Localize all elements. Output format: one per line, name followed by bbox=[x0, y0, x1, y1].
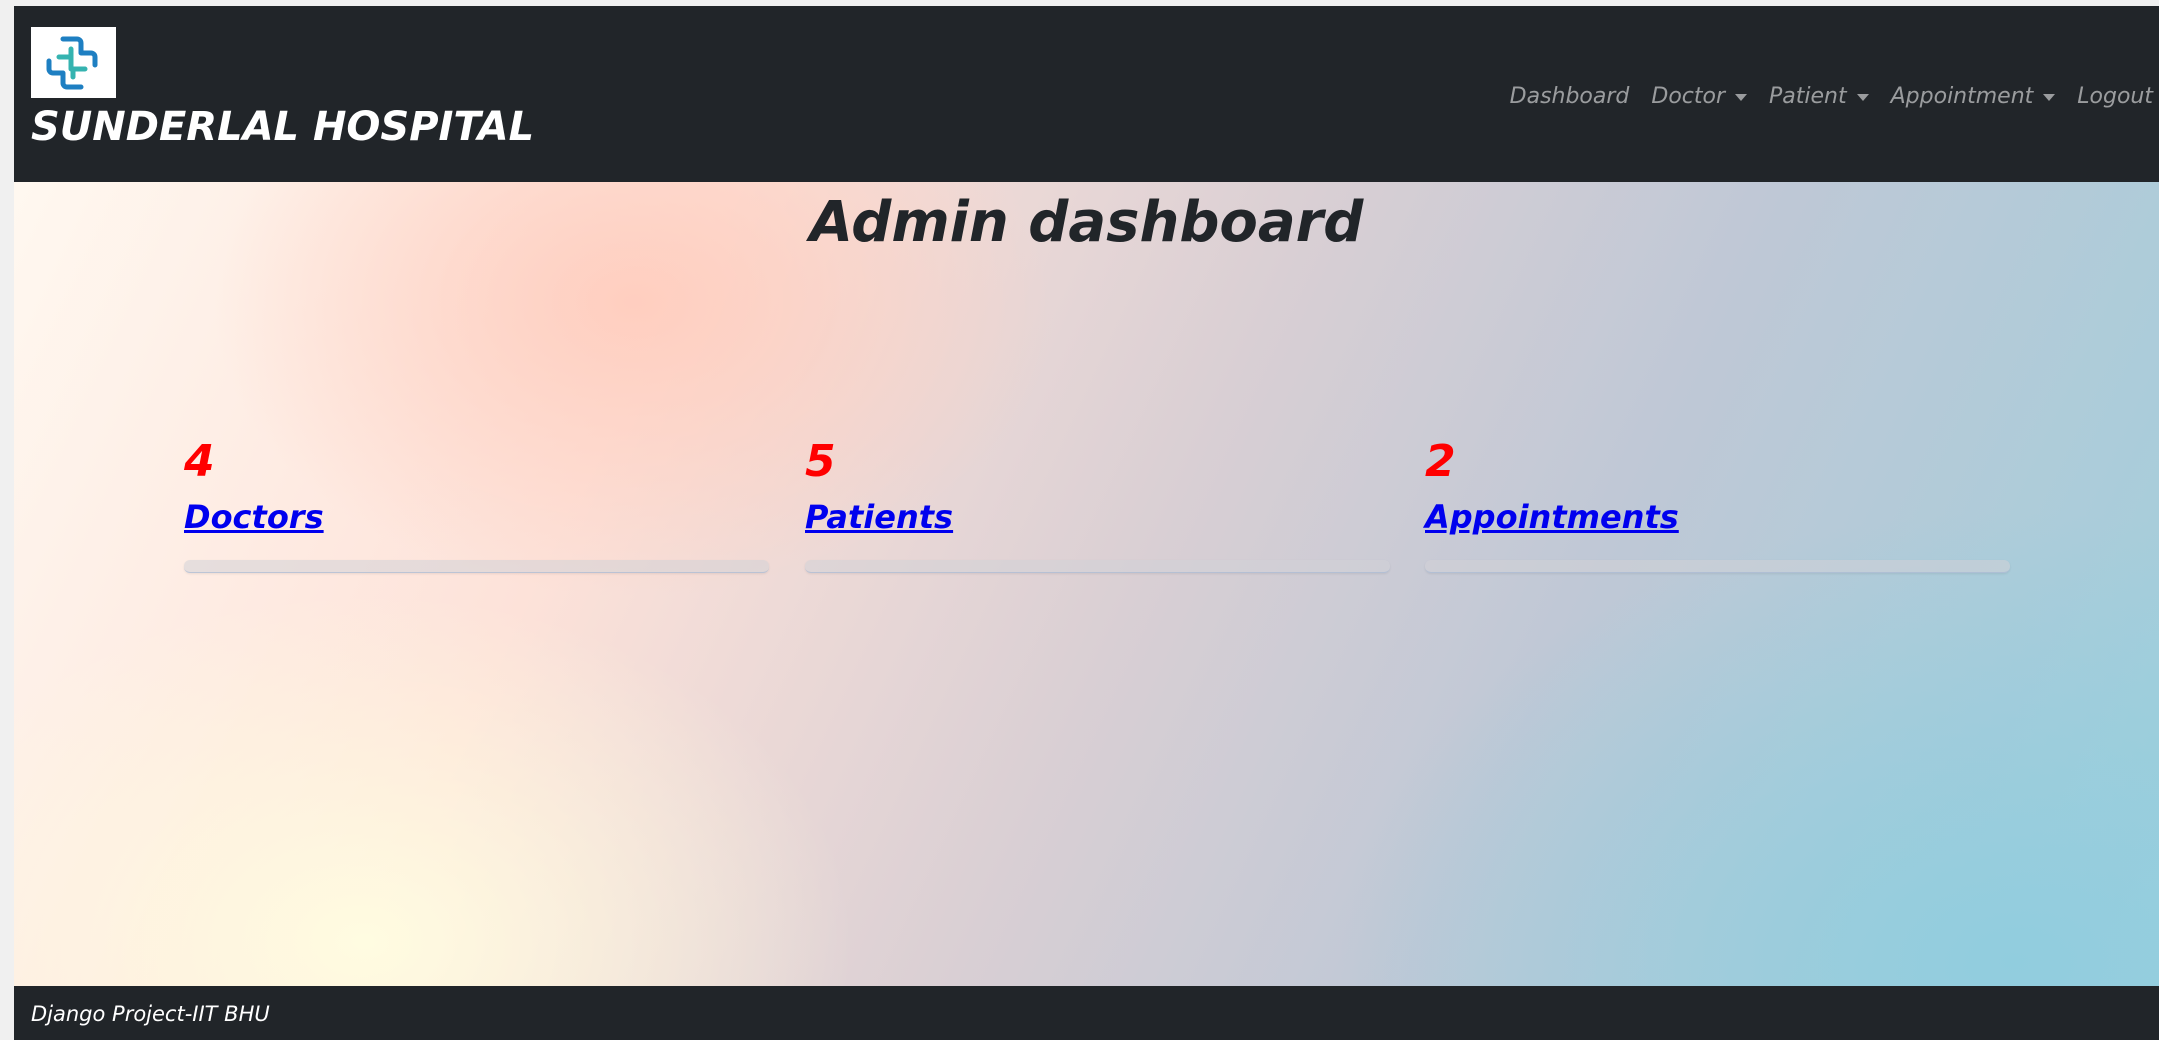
doctors-count: 4 bbox=[184, 436, 215, 487]
patients-link[interactable]: Patients bbox=[805, 498, 953, 536]
medical-cross-icon bbox=[46, 36, 98, 90]
stat-card-appointments: 2 Appointments bbox=[1425, 436, 2010, 598]
doctors-divider bbox=[184, 560, 769, 573]
top-navbar: SUNDERLAL HOSPITAL Dashboard Doctor Pati… bbox=[14, 6, 2159, 182]
nav-logout[interactable]: Logout bbox=[2066, 84, 2159, 109]
footer-text: Django Project-IIT BHU bbox=[31, 1002, 270, 1026]
brand-name[interactable]: SUNDERLAL HOSPITAL bbox=[31, 104, 534, 150]
appointments-count: 2 bbox=[1425, 436, 1456, 487]
page-title: Admin dashboard bbox=[809, 190, 1364, 255]
nav-appointment-label: Appointment bbox=[1890, 84, 2034, 109]
nav-dashboard-label: Dashboard bbox=[1509, 84, 1630, 109]
nav-patient-dropdown[interactable]: Patient bbox=[1758, 84, 1880, 109]
page-footer: Django Project-IIT BHU bbox=[14, 986, 2159, 1040]
browser-viewport: SUNDERLAL HOSPITAL Dashboard Doctor Pati… bbox=[14, 6, 2159, 1040]
patients-count: 5 bbox=[805, 436, 836, 487]
appointments-link[interactable]: Appointments bbox=[1425, 498, 1679, 536]
nav-doctor-label: Doctor bbox=[1651, 84, 1726, 109]
dashboard-main: Admin dashboard 4 Doctors 5 Patients 2 A… bbox=[14, 182, 2159, 986]
nav-dashboard[interactable]: Dashboard bbox=[1499, 84, 1641, 109]
appointments-divider bbox=[1425, 560, 2010, 573]
caret-down-icon bbox=[1856, 94, 1869, 101]
stat-card-doctors: 4 Doctors bbox=[184, 436, 769, 598]
nav-patient-label: Patient bbox=[1769, 84, 1847, 109]
stat-card-patients: 5 Patients bbox=[805, 436, 1390, 598]
nav-doctor-dropdown[interactable]: Doctor bbox=[1640, 84, 1758, 109]
caret-down-icon bbox=[1735, 94, 1748, 101]
patients-divider bbox=[805, 560, 1390, 573]
hospital-logo[interactable] bbox=[31, 27, 116, 98]
doctors-link[interactable]: Doctors bbox=[184, 498, 324, 536]
nav-logout-label: Logout bbox=[2077, 84, 2153, 109]
nav-appointment-dropdown[interactable]: Appointment bbox=[1880, 84, 2067, 109]
main-nav: Dashboard Doctor Patient Appointment Log… bbox=[1499, 84, 2159, 109]
caret-down-icon bbox=[2043, 94, 2056, 101]
